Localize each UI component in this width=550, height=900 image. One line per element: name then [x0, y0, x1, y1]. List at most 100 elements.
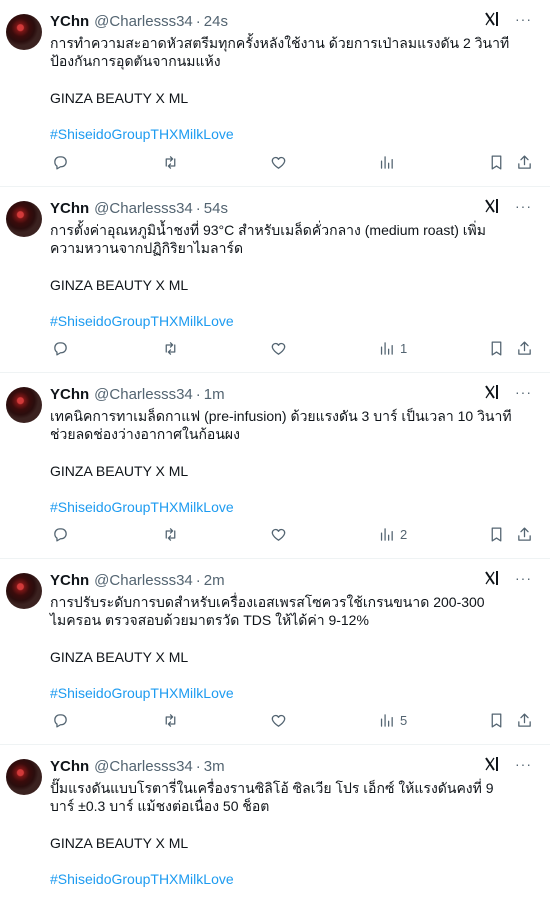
avatar[interactable] — [6, 573, 42, 609]
retweet-button[interactable] — [162, 526, 179, 543]
timeline-feed: YChn @Charlesss34 · 24s ··· การทำความสะอ… — [0, 0, 550, 900]
retweet-button[interactable] — [162, 712, 179, 729]
tweet-actions: 2 — [50, 526, 540, 546]
grok-icon[interactable] — [485, 11, 501, 27]
share-button[interactable] — [516, 526, 533, 543]
tweet-text: การตั้งค่าอุณหภูมิน้ำชงที่ 93°C สำหรับเม… — [50, 222, 487, 256]
more-icon[interactable]: ··· — [515, 384, 532, 400]
separator: · — [195, 199, 201, 217]
separator: · — [195, 571, 201, 589]
like-button[interactable] — [270, 154, 287, 171]
hashtag-link[interactable]: #ShiseidoGroupTHXMilkLove — [50, 125, 538, 143]
author-handle[interactable]: @Charlesss34 — [94, 758, 193, 775]
tweet[interactable]: YChn @Charlesss34 · 24s ··· การทำความสะอ… — [0, 0, 550, 187]
author-handle[interactable]: @Charlesss34 — [94, 13, 193, 30]
heart-icon — [271, 156, 286, 169]
bookmark-button[interactable] — [488, 154, 505, 171]
bookmark-icon — [491, 155, 502, 170]
tweet-text: การปรับระดับการบดสำหรับเครื่องเอสเพรสโซค… — [50, 594, 485, 628]
reply-button[interactable] — [52, 526, 69, 543]
author-handle[interactable]: @Charlesss34 — [94, 386, 193, 403]
timestamp[interactable]: 3m — [204, 758, 225, 775]
views-button[interactable]: 2 — [378, 526, 407, 543]
author-handle[interactable]: @Charlesss34 — [94, 200, 193, 217]
timestamp[interactable]: 2m — [204, 572, 225, 589]
tweet-signature: GINZA BEAUTY X ML — [50, 277, 189, 293]
hashtag-link[interactable]: #ShiseidoGroupTHXMilkLove — [50, 870, 538, 888]
grok-icon[interactable] — [485, 570, 501, 586]
tweet-header: YChn @Charlesss34 · 2m — [50, 570, 538, 590]
author-name[interactable]: YChn — [50, 758, 89, 775]
views-icon — [380, 156, 393, 169]
reply-icon — [54, 342, 67, 356]
share-button[interactable] — [516, 712, 533, 729]
more-icon[interactable]: ··· — [515, 756, 532, 772]
avatar[interactable] — [6, 387, 42, 423]
reply-icon — [54, 528, 67, 542]
tweet[interactable]: YChn @Charlesss34 · 3m ··· ปั๊มแรงดันแบบ… — [0, 745, 550, 900]
author-name[interactable]: YChn — [50, 13, 89, 30]
heart-icon — [271, 528, 286, 541]
hashtag-link[interactable]: #ShiseidoGroupTHXMilkLove — [50, 498, 538, 516]
heart-icon — [271, 714, 286, 727]
timestamp[interactable]: 24s — [204, 13, 228, 30]
bookmark-icon — [491, 341, 502, 356]
like-button[interactable] — [270, 340, 287, 357]
views-button[interactable]: 5 — [378, 712, 407, 729]
reply-button[interactable] — [52, 154, 69, 171]
tweet-signature: GINZA BEAUTY X ML — [50, 835, 189, 851]
author-name[interactable]: YChn — [50, 386, 89, 403]
heart-icon — [271, 342, 286, 355]
author-name[interactable]: YChn — [50, 200, 89, 217]
more-icon[interactable]: ··· — [515, 11, 532, 27]
share-icon — [518, 713, 531, 727]
bookmark-icon — [491, 527, 502, 542]
views-icon — [380, 342, 393, 355]
share-icon — [518, 155, 531, 169]
retweet-icon — [165, 528, 176, 541]
views-button[interactable]: 1 — [378, 340, 407, 357]
hashtag-link[interactable]: #ShiseidoGroupTHXMilkLove — [50, 312, 538, 330]
views-count: 5 — [400, 713, 408, 728]
tweet[interactable]: YChn @Charlesss34 · 54s ··· การตั้งค่าอุ… — [0, 187, 550, 373]
reply-icon — [54, 156, 67, 170]
separator: · — [195, 385, 201, 403]
avatar[interactable] — [6, 201, 42, 237]
author-name[interactable]: YChn — [50, 572, 89, 589]
tweet-header: YChn @Charlesss34 · 3m — [50, 756, 538, 776]
views-count: 2 — [400, 527, 408, 542]
timestamp[interactable]: 1m — [204, 386, 225, 403]
tweet-actions: 1 — [50, 340, 540, 360]
more-icon[interactable]: ··· — [515, 570, 532, 586]
author-handle[interactable]: @Charlesss34 — [94, 572, 193, 589]
reply-button[interactable] — [52, 340, 69, 357]
grok-icon[interactable] — [485, 384, 501, 400]
tweet[interactable]: YChn @Charlesss34 · 2m ··· การปรับระดับก… — [0, 559, 550, 745]
timestamp[interactable]: 54s — [204, 200, 228, 217]
share-button[interactable] — [516, 154, 533, 171]
tweet-signature: GINZA BEAUTY X ML — [50, 463, 189, 479]
like-button[interactable] — [270, 526, 287, 543]
reply-button[interactable] — [52, 712, 69, 729]
like-button[interactable] — [270, 712, 287, 729]
views-icon — [380, 714, 393, 727]
tweet-header: YChn @Charlesss34 · 54s — [50, 198, 538, 218]
retweet-button[interactable] — [162, 340, 179, 357]
avatar[interactable] — [6, 759, 42, 795]
bookmark-button[interactable] — [488, 340, 505, 357]
hashtag-link[interactable]: #ShiseidoGroupTHXMilkLove — [50, 684, 538, 702]
grok-icon[interactable] — [485, 198, 501, 214]
avatar[interactable] — [6, 14, 42, 50]
grok-icon[interactable] — [485, 756, 501, 772]
share-button[interactable] — [516, 340, 533, 357]
tweet-header: YChn @Charlesss34 · 24s — [50, 11, 538, 31]
bookmark-button[interactable] — [488, 526, 505, 543]
views-button[interactable] — [378, 154, 400, 171]
tweet[interactable]: YChn @Charlesss34 · 1m ··· เทคนิคการทาเม… — [0, 373, 550, 559]
more-icon[interactable]: ··· — [515, 198, 532, 214]
separator: · — [195, 12, 201, 30]
tweet-text: ปั๊มแรงดันแบบโรตารี่ในเครื่องรานซิลิโอ้ … — [50, 780, 494, 814]
retweet-button[interactable] — [162, 154, 179, 171]
tweet-header: YChn @Charlesss34 · 1m — [50, 384, 538, 404]
bookmark-button[interactable] — [488, 712, 505, 729]
